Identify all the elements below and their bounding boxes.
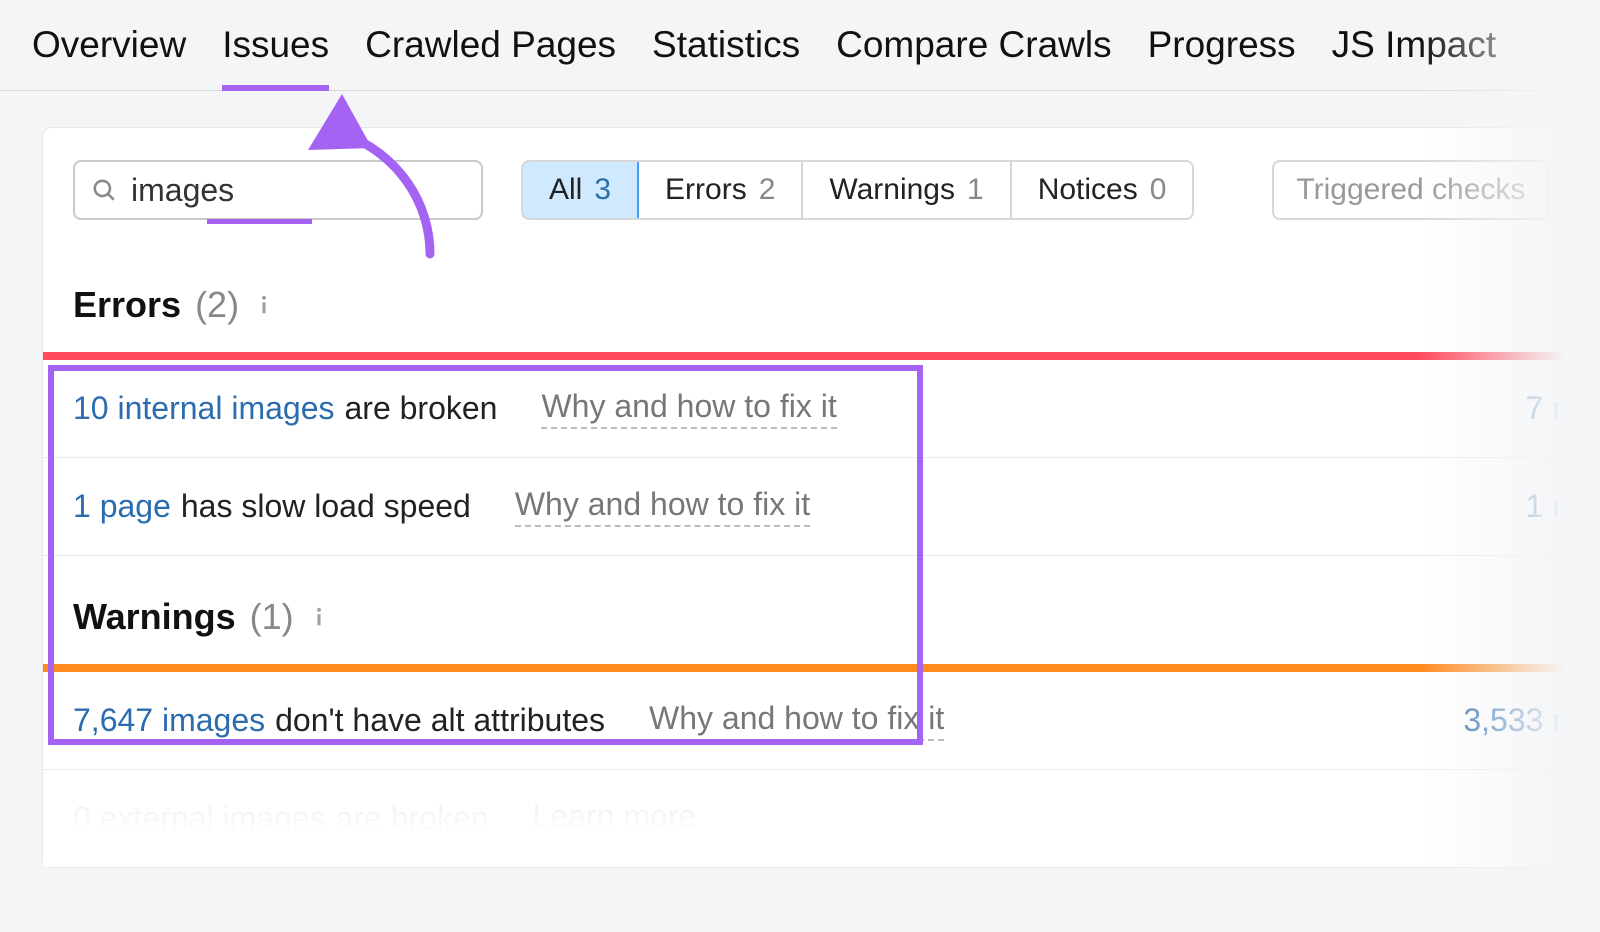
filter-errors-count: 2 <box>759 173 776 207</box>
issue-text: don't have alt attributes <box>275 702 605 739</box>
filter-all-count: 3 <box>594 173 611 207</box>
tab-issues[interactable]: Issues <box>222 24 329 90</box>
issue-link[interactable]: 7,647 images <box>73 702 265 739</box>
learn-more-link: Learn more <box>533 798 697 839</box>
filter-all-label: All <box>549 173 582 207</box>
search-box[interactable] <box>73 160 483 220</box>
issue-row[interactable]: 10 internal images are broken Why and ho… <box>43 360 1600 458</box>
issue-row[interactable]: 1 page has slow load speed Why and how t… <box>43 458 1600 556</box>
issues-panel: All 3 Errors 2 Warnings 1 Notices 0 Trig… <box>42 127 1600 868</box>
tab-compare-crawls[interactable]: Compare Crawls <box>836 24 1112 90</box>
new-count[interactable]: 1 new <box>1526 488 1600 525</box>
filter-all[interactable]: All 3 <box>521 160 639 220</box>
fix-link[interactable]: Why and how to fix it <box>649 700 944 741</box>
issue-link[interactable]: 10 internal images <box>73 390 334 427</box>
issue-text: are broken <box>336 800 489 837</box>
tab-js-impact[interactable]: JS Impact <box>1332 24 1497 90</box>
errors-header: Errors (2) <box>43 244 1600 352</box>
filter-notices-count: 0 <box>1150 173 1167 207</box>
issue-text: has slow load speed <box>181 488 471 525</box>
new-count[interactable]: 7 new <box>1526 390 1600 427</box>
warnings-header: Warnings (1) <box>43 556 1600 664</box>
filter-errors-label: Errors <box>665 173 747 207</box>
filter-errors[interactable]: Errors 2 <box>639 162 803 218</box>
filter-warnings-count: 1 <box>967 173 984 207</box>
issue-text: are broken <box>344 390 497 427</box>
fix-link[interactable]: Why and how to fix it <box>541 388 836 429</box>
issue-row[interactable]: 7,647 images don't have alt attributes W… <box>43 672 1600 770</box>
warnings-count: (1) <box>250 596 294 638</box>
warnings-underline-bar <box>43 664 1600 672</box>
filter-warnings-label: Warnings <box>829 173 955 207</box>
issue-row-disabled: 0 external images are broken Learn more <box>43 770 1600 867</box>
info-icon[interactable] <box>308 603 330 631</box>
tab-overview[interactable]: Overview <box>32 24 186 90</box>
info-icon[interactable] <box>253 291 275 319</box>
filter-warnings[interactable]: Warnings 1 <box>803 162 1011 218</box>
tab-progress[interactable]: Progress <box>1148 24 1296 90</box>
search-value-underline <box>207 219 312 224</box>
filter-controls: All 3 Errors 2 Warnings 1 Notices 0 Trig… <box>43 128 1600 244</box>
tab-crawled-pages[interactable]: Crawled Pages <box>365 24 616 90</box>
issue-link[interactable]: 1 page <box>73 488 171 525</box>
search-input[interactable] <box>117 172 565 209</box>
new-count[interactable]: 3,533 new <box>1463 702 1600 739</box>
tab-statistics[interactable]: Statistics <box>652 24 800 90</box>
filter-notices-label: Notices <box>1038 173 1138 207</box>
severity-filter: All 3 Errors 2 Warnings 1 Notices 0 <box>521 160 1194 220</box>
warnings-title: Warnings <box>73 596 236 638</box>
triggered-checks-label: Triggered checks <box>1296 173 1525 207</box>
report-tabs: Overview Issues Crawled Pages Statistics… <box>0 0 1600 91</box>
filter-notices[interactable]: Notices 0 <box>1012 162 1193 218</box>
search-icon <box>91 177 117 203</box>
errors-title: Errors <box>73 284 181 326</box>
fix-link[interactable]: Why and how to fix it <box>515 486 810 527</box>
issue-link: 0 external images <box>73 800 326 837</box>
errors-count: (2) <box>195 284 239 326</box>
triggered-checks-dropdown[interactable]: Triggered checks <box>1272 160 1549 220</box>
errors-underline-bar <box>43 352 1600 360</box>
